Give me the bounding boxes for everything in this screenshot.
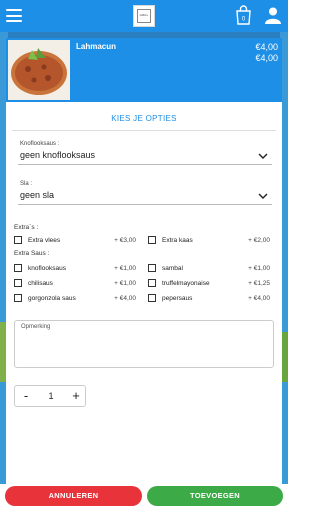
- sauce-price: + €1,25: [248, 280, 270, 287]
- sauce-label: gorgonzola saus: [28, 295, 76, 302]
- shopping-bag-icon[interactable]: 0: [235, 5, 252, 25]
- checkbox-gorgonzola-saus[interactable]: [14, 294, 22, 302]
- sauce-price: + €4,00: [248, 295, 270, 302]
- restaurant-logo[interactable]: GRILL: [133, 5, 155, 27]
- increase-button[interactable]: +: [69, 388, 83, 404]
- chevron-down-icon: [258, 153, 268, 159]
- extra-vlees-label: Extra vlees: [28, 237, 61, 244]
- checkbox-extra-vlees[interactable]: [14, 236, 22, 244]
- extras-label: Extra`s :: [14, 224, 39, 231]
- hamburger-icon[interactable]: [6, 9, 22, 22]
- product-price: €4,00: [255, 42, 278, 52]
- add-to-order-button[interactable]: TOEVOEGEN: [147, 486, 283, 506]
- sauce-label: knoflooksaus: [28, 265, 66, 272]
- knoflooksaus-value: geen knoflooksaus: [20, 150, 96, 160]
- sauce-price: + €1,00: [114, 280, 136, 287]
- product-name: Lahmacun: [76, 42, 117, 51]
- logo-text: GRILL: [137, 9, 151, 23]
- checkbox-truffelmayonaise[interactable]: [148, 279, 156, 287]
- checkbox-sambal[interactable]: [148, 264, 156, 272]
- checkbox-chilisaus[interactable]: [14, 279, 22, 287]
- checkbox-knoflooksaus[interactable]: [14, 264, 22, 272]
- sla-value: geen sla: [20, 190, 55, 200]
- checkbox-extra-kaas[interactable]: [148, 236, 156, 244]
- decrease-button[interactable]: -: [19, 388, 33, 404]
- product-image: [8, 40, 70, 100]
- sauce-label: pepersaus: [162, 295, 193, 302]
- sauce-label: truffelmayonaise: [162, 280, 210, 287]
- top-bar: GRILL 0: [0, 0, 288, 32]
- sauce-label: sambal: [162, 265, 183, 272]
- extra-kaas-label: Extra kaas: [162, 237, 193, 244]
- options-title: KIES JE OPTIES: [111, 114, 177, 123]
- product-total-price: €4,00: [255, 53, 278, 63]
- quantity-stepper: - 1 +: [14, 385, 86, 407]
- product-card: Lahmacun €4,00 €4,00: [6, 38, 282, 102]
- extra-saus-label: Extra Saus :: [14, 250, 50, 257]
- sauce-price: + €1,00: [114, 265, 136, 272]
- sauce-label: chilisaus: [28, 280, 53, 287]
- checkbox-pepersaus[interactable]: [148, 294, 156, 302]
- options-panel: KIES JE OPTIES Knoflooksaus : geen knofl…: [6, 102, 282, 484]
- sauce-price: + €1,00: [248, 265, 270, 272]
- divider: [12, 130, 276, 131]
- extra-kaas-price: + €2,00: [248, 237, 270, 244]
- cart-count: 0: [242, 17, 246, 23]
- sauce-price: + €4,00: [114, 295, 136, 302]
- sla-select[interactable]: geen sla: [18, 187, 272, 205]
- user-icon[interactable]: [264, 6, 282, 24]
- cancel-button[interactable]: ANNULEREN: [5, 486, 142, 506]
- extra-vlees-price: + €3,00: [114, 237, 136, 244]
- quantity-value: 1: [48, 391, 54, 401]
- remark-textarea[interactable]: Opmerking: [14, 320, 274, 368]
- remark-label: Opmerking: [21, 324, 51, 330]
- chevron-down-icon: [258, 193, 268, 199]
- knoflooksaus-select[interactable]: geen knoflooksaus: [18, 147, 272, 165]
